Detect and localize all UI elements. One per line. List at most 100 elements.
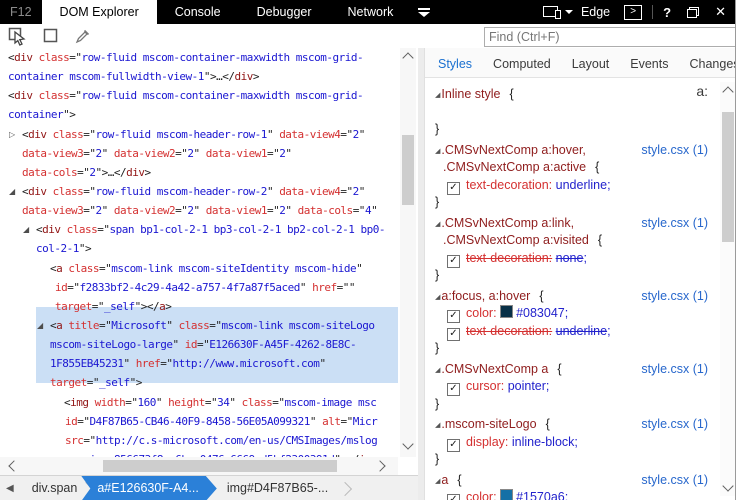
dom-tree-line[interactable]: data-view3="2" data-view2="2" data-view1… (0, 144, 398, 163)
css-selector[interactable]: .mscom-siteLogo (441, 417, 536, 431)
more-tabs-button[interactable] (411, 0, 437, 24)
css-selector[interactable]: .CMSvNextComp a:active (435, 160, 586, 174)
scroll-up-icon[interactable] (402, 52, 413, 63)
styles-tab-changes[interactable]: Changes (689, 57, 736, 71)
styles-vertical-scrollbar[interactable] (720, 82, 736, 496)
scroll-right-icon[interactable] (374, 460, 385, 471)
css-selector-line[interactable]: .CMSvNextComp a:visited{ (435, 232, 720, 250)
breadcrumb-item[interactable]: div.span (22, 476, 88, 500)
css-selector-line[interactable]: .CMSvNextComp a:active{ (435, 159, 720, 177)
device-emulation-icon[interactable] (543, 6, 561, 18)
color-swatch[interactable] (500, 305, 513, 318)
device-dropdown-caret-icon[interactable] (565, 10, 573, 14)
expanded-arrow-icon[interactable]: ◢ (435, 220, 440, 228)
scrollbar-thumb[interactable] (402, 135, 414, 205)
tab-network[interactable]: Network (330, 0, 412, 24)
stylesheet-link[interactable]: style.csx (1) (641, 361, 708, 379)
expanded-arrow-icon[interactable]: ◢ (23, 220, 29, 239)
expanded-arrow-icon[interactable]: ◢ (435, 91, 440, 99)
property-name[interactable]: text-decoration: (466, 324, 552, 338)
expanded-arrow-icon[interactable]: ◢ (9, 182, 15, 201)
styles-tab-computed[interactable]: Computed (493, 57, 551, 71)
property-name[interactable]: text-decoration: (466, 251, 552, 265)
css-selector[interactable]: .CMSvNextComp a (441, 362, 548, 376)
property-value[interactable]: inline-block (512, 435, 575, 449)
dom-tree-line[interactable]: version=856673f8-e6be-0476-6669-d5bf2300… (0, 450, 398, 457)
css-property-row[interactable]: ✓display: inline-block; (435, 434, 720, 452)
dom-tree-line[interactable]: src="http://c.s-microsoft.com/en-us/CMSI… (0, 431, 398, 450)
property-name[interactable]: color: (466, 306, 497, 320)
breadcrumb-item[interactable]: img#D4F87B65-... (217, 476, 338, 500)
property-value[interactable]: #083047 (516, 306, 565, 320)
css-selector-line[interactable]: ◢.CMSvNextComp a:link,style.csx (1) (435, 215, 720, 233)
css-selector[interactable]: Inline style (441, 87, 500, 101)
css-property-row[interactable]: ✓color: #1570a6; (435, 489, 720, 500)
property-name[interactable]: color: (466, 490, 497, 500)
css-selector-line[interactable]: ◢.CMSvNextComp a:hover, style.csx (1) (435, 142, 720, 160)
dom-tree-horizontal-scrollbar[interactable] (0, 457, 398, 475)
scrollbar-thumb[interactable] (103, 460, 337, 472)
select-element-icon[interactable] (8, 27, 28, 46)
panel-splitter[interactable] (418, 48, 425, 500)
property-checkbox[interactable]: ✓ (447, 328, 460, 341)
stylesheet-link[interactable]: style.csx (1) (641, 142, 708, 160)
dom-tree-vertical-scrollbar[interactable] (400, 48, 416, 457)
dom-tree-line[interactable]: col-2-1"> (0, 239, 398, 258)
property-value[interactable]: underline (556, 324, 607, 338)
dom-tree-line[interactable]: data-view3="2" data-view2="2" data-view1… (0, 201, 398, 220)
css-selector-line[interactable]: ◢.mscom-siteLogo{style.csx (1) (435, 416, 720, 434)
tab-console[interactable]: Console (157, 0, 239, 24)
dom-tree-line[interactable]: ◢<a title="Microsoft" class="mscom-link … (0, 316, 398, 335)
expanded-arrow-icon[interactable]: ◢ (435, 147, 440, 155)
scroll-left-icon[interactable] (8, 460, 19, 471)
css-property-row[interactable]: ✓color: #083047; (435, 305, 720, 323)
css-selector-line[interactable]: ◢a:focus, a:hover{style.csx (1) (435, 288, 720, 306)
css-selector[interactable]: a:focus, a:hover (441, 289, 530, 303)
scroll-down-icon[interactable] (402, 438, 413, 449)
property-checkbox[interactable]: ✓ (447, 494, 460, 500)
expanded-arrow-icon[interactable]: ◢ (435, 477, 440, 485)
stylesheet-link[interactable]: style.csx (1) (641, 416, 708, 434)
tab-debugger[interactable]: Debugger (239, 0, 330, 24)
breadcrumb-item[interactable]: a#E126630F-A4... (81, 476, 216, 500)
expanded-arrow-icon[interactable]: ◢ (37, 316, 43, 335)
scroll-up-icon[interactable] (722, 86, 733, 97)
expanded-arrow-icon[interactable]: ◢ (435, 366, 440, 374)
breadcrumb-back-icon[interactable]: ◀ (6, 483, 14, 494)
dom-tree-line[interactable]: container mscom-fullwidth-view-1">…</div… (0, 67, 398, 86)
dom-tree-line[interactable]: target="_self"> (0, 373, 398, 392)
color-picker-icon[interactable] (74, 27, 92, 45)
expanded-arrow-icon[interactable]: ◢ (435, 293, 440, 301)
dom-tree-line[interactable]: target="_self"></a> (0, 297, 398, 316)
property-value[interactable]: #1570a6 (516, 490, 565, 500)
css-selector-line[interactable]: ◢a{style.csx (1) (435, 472, 720, 490)
dom-tree-line[interactable]: <div class="row-fluid mscom-container-ma… (0, 48, 398, 67)
property-checkbox[interactable]: ✓ (447, 310, 460, 323)
dom-tree-line[interactable]: <a class="mscom-link mscom-siteIdentity … (0, 259, 398, 278)
css-property-row[interactable]: ✓text-decoration: underline; (435, 323, 720, 341)
css-property-row[interactable]: ✓cursor: pointer; (435, 378, 720, 396)
css-property-row[interactable]: ✓text-decoration: none; (435, 250, 720, 268)
dom-tree-line[interactable]: <div class="row-fluid mscom-container-ma… (0, 86, 398, 105)
dom-tree-line[interactable]: id="f2833bf2-4c29-4a42-a757-4f7a87f5aced… (0, 278, 398, 297)
unpin-window-button[interactable] (687, 7, 699, 18)
dom-tree-line[interactable]: container"> (0, 105, 398, 124)
property-value[interactable]: underline (556, 178, 607, 192)
property-checkbox[interactable]: ✓ (447, 182, 460, 195)
css-property-row[interactable]: ✓text-decoration: underline; (435, 177, 720, 195)
close-button[interactable]: ✕ (715, 4, 726, 20)
styles-tab-events[interactable]: Events (630, 57, 668, 71)
expanded-arrow-icon[interactable]: ◢ (435, 421, 440, 429)
dom-tree-line[interactable]: ▷<div class="row-fluid mscom-header-row-… (0, 125, 398, 144)
open-console-button[interactable]: > (624, 5, 642, 20)
dom-tree-line[interactable]: <img width="160" height="34" class="msco… (0, 393, 398, 412)
css-selector[interactable]: .CMSvNextComp a:hover, (441, 143, 586, 157)
dom-tree-line[interactable]: ◢<div class="span bp1-col-2-1 bp3-col-2-… (0, 220, 398, 239)
scroll-down-icon[interactable] (722, 480, 733, 491)
stylesheet-link[interactable]: style.csx (1) (641, 472, 708, 490)
property-name[interactable]: cursor: (466, 379, 504, 393)
css-selector-line[interactable]: ◢Inline style{ (435, 86, 720, 104)
property-name[interactable]: text-decoration: (466, 178, 552, 192)
stylesheet-link[interactable]: style.csx (1) (641, 288, 708, 306)
element-highlight-icon[interactable] (42, 27, 60, 45)
